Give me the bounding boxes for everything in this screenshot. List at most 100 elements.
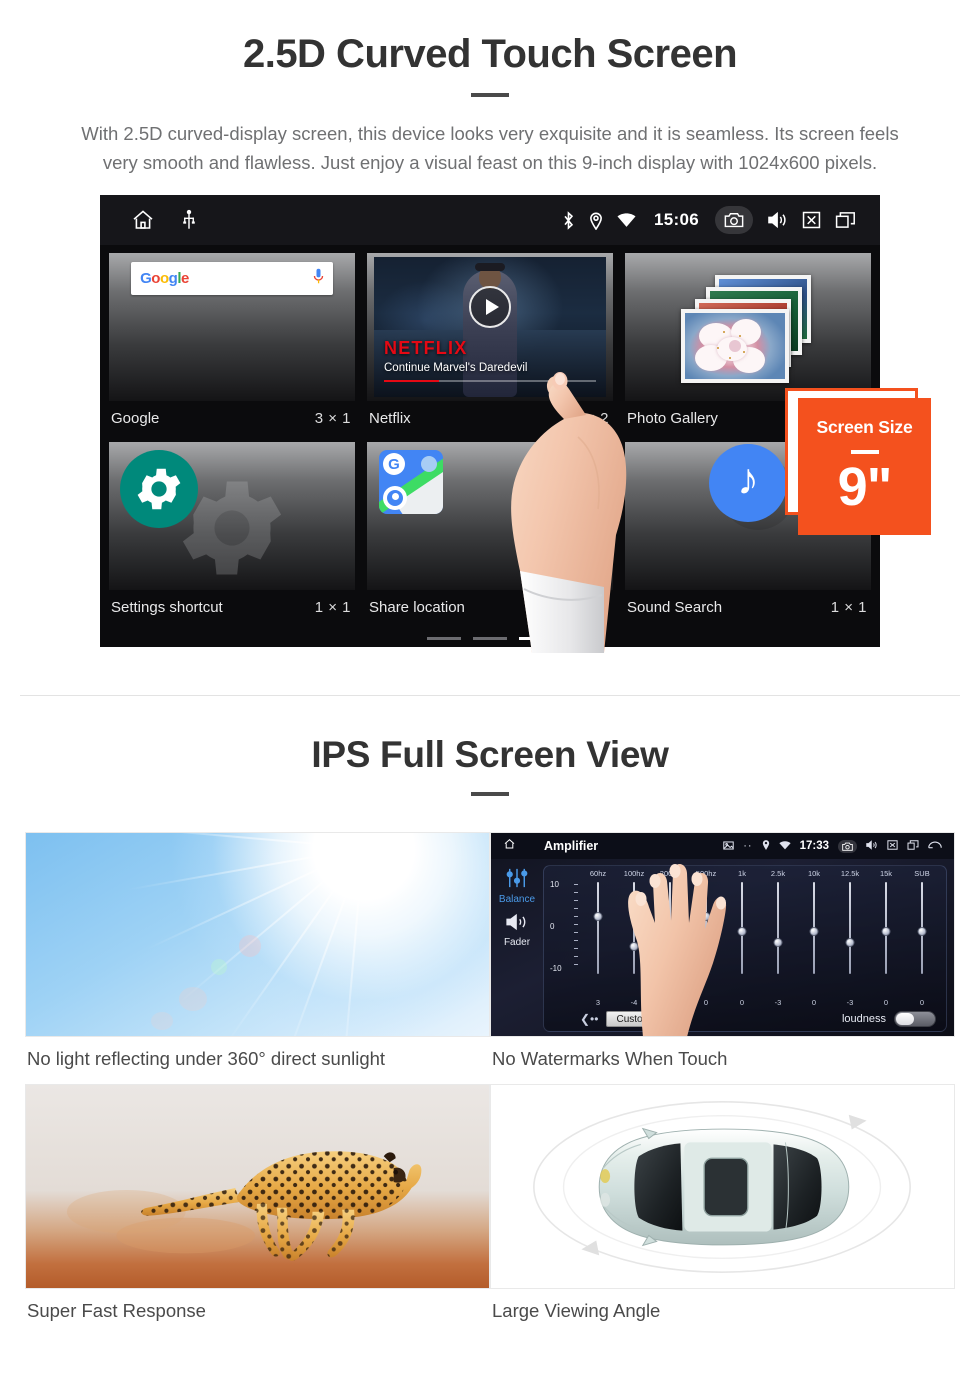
netflix-subtitle: Continue Marvel's Daredevil (384, 362, 528, 374)
volume-icon[interactable] (767, 211, 788, 229)
location-pin-icon (589, 211, 603, 230)
badge-title: Screen Size (816, 417, 913, 437)
eq-value: 0 (919, 998, 925, 1007)
eq-slider-10k[interactable] (796, 878, 832, 998)
search-input[interactable]: Google (131, 262, 333, 295)
widget-name: Settings shortcut (111, 598, 223, 616)
eq-scale-top: 10 (550, 880, 559, 889)
eq-values-row: 3 -4 0 0 0 -3 0 -3 0 0 (544, 998, 946, 1007)
eq-value: -3 (774, 998, 782, 1007)
fader-speaker-icon[interactable] (505, 913, 529, 936)
location-pin-icon (762, 837, 770, 855)
title-underline (471, 93, 509, 97)
eq-value: 0 (739, 998, 745, 1007)
close-box-icon[interactable] (802, 211, 821, 229)
page-dot[interactable] (473, 637, 507, 640)
play-icon[interactable] (469, 286, 511, 329)
back-arrow-icon[interactable] (928, 837, 942, 855)
loudness-toggle[interactable] (894, 1011, 936, 1027)
widget-google[interactable]: Google Google 3 × 1 (105, 250, 359, 435)
ips-full-screen-view-section: IPS Full Screen View No light reflecting… (0, 696, 980, 1322)
eq-value: 0 (703, 998, 709, 1007)
feature-tile-amplifier: Amplifier ·· 17:33 Balance Fader 60hz 10… (490, 832, 955, 1070)
equalizer-sliders-icon[interactable] (505, 868, 529, 893)
eq-band-label: 10k (807, 869, 821, 878)
sidebar-label-fader[interactable]: Fader (504, 937, 530, 948)
gallery-icon[interactable] (723, 837, 734, 855)
recents-icon[interactable] (835, 211, 856, 229)
widget-size: 1 × 1 (572, 598, 609, 616)
close-box-icon[interactable] (887, 837, 898, 855)
running-cheetah (66, 1151, 422, 1261)
widget-grid: Google Google 3 × 1 NETFLIX Continue Mar… (100, 245, 880, 624)
eq-slider-1k[interactable] (724, 878, 760, 998)
volume-icon[interactable] (866, 837, 878, 855)
amplifier-body: Balance Fader 60hz 100hz 200hz 500hz 1k … (491, 859, 954, 1036)
feature-tiles-grid: No light reflecting under 360° direct su… (25, 832, 955, 1322)
widget-share-location-preview: G (367, 442, 613, 590)
recents-icon[interactable] (907, 837, 919, 855)
page-indicator[interactable] (100, 637, 880, 640)
google-logo: Google (140, 270, 189, 287)
curved-touch-screen-section: 2.5D Curved Touch Screen With 2.5D curve… (0, 0, 980, 696)
music-note-icon[interactable]: ♪ (709, 444, 787, 523)
widget-settings-preview (109, 442, 355, 590)
widget-netflix[interactable]: NETFLIX Continue Marvel's Daredevil Netf… (363, 250, 617, 435)
eq-slider-sub[interactable] (904, 878, 940, 998)
eq-band-label: 2.5k (770, 869, 786, 878)
photo-stack (673, 275, 823, 383)
cheetah-photo (25, 1084, 490, 1289)
camera-icon[interactable] (838, 839, 857, 853)
feature-tile-sunlight: No light reflecting under 360° direct su… (25, 832, 490, 1070)
eq-slider-area: 10 0 -10 (544, 878, 946, 998)
home-icon[interactable] (503, 837, 516, 855)
sidebar-label-balance[interactable]: Balance (499, 894, 535, 905)
eq-band-label: 1k (738, 869, 746, 878)
wifi-icon (617, 212, 636, 228)
more-icon[interactable]: ·· (743, 840, 752, 852)
eq-slider-200hz[interactable] (652, 878, 688, 998)
preset-button[interactable]: Custom (606, 1011, 661, 1027)
netflix-brand: NETFLIX (384, 338, 468, 358)
back-arrow-icon[interactable]: ❮•• (580, 1012, 598, 1026)
widget-settings-shortcut[interactable]: Settings shortcut 1 × 1 (105, 439, 359, 624)
eq-sliders (580, 878, 940, 998)
tile-caption: No Watermarks When Touch (492, 1048, 728, 1069)
eq-slider-60hz[interactable] (580, 878, 616, 998)
widget-name: Google (111, 409, 160, 427)
home-icon[interactable] (130, 208, 156, 232)
eq-value: -4 (630, 998, 638, 1007)
amplifier-bottom-bar: ❮•• Custom loudness (544, 1007, 946, 1031)
section-title: IPS Full Screen View (311, 734, 669, 775)
eq-slider-500hz[interactable] (688, 878, 724, 998)
eq-slider-100hz[interactable] (616, 878, 652, 998)
usb-icon (182, 209, 196, 231)
camera-icon[interactable] (715, 206, 753, 234)
page-dot-active[interactable] (519, 637, 553, 640)
amplifier-clock: 17:33 (799, 840, 829, 852)
netflix-artwork: NETFLIX Continue Marvel's Daredevil (374, 257, 606, 397)
widget-share-location[interactable]: G Share location 1 × 1 (363, 439, 617, 624)
eq-band-label: 100hz (623, 869, 645, 878)
page-dot[interactable] (427, 637, 461, 640)
eq-band-label: 60hz (589, 869, 607, 878)
section-title-underline (471, 792, 509, 796)
eq-slider-12_5k[interactable] (832, 878, 868, 998)
tile-caption: No light reflecting under 360° direct su… (27, 1048, 386, 1069)
eq-value: 0 (883, 998, 889, 1007)
widget-size: 3 × 2 (572, 409, 609, 427)
eq-slider-15k[interactable] (868, 878, 904, 998)
widget-netflix-preview: NETFLIX Continue Marvel's Daredevil (367, 253, 613, 401)
maps-share-location-icon[interactable]: G (379, 450, 443, 514)
tile-caption: Large Viewing Angle (492, 1300, 661, 1321)
loudness-label: loudness (841, 1013, 886, 1025)
widget-label-row: Netflix 3 × 2 (363, 401, 617, 435)
widget-label-row: Google 3 × 1 (105, 401, 359, 435)
widget-name: Netflix (369, 409, 411, 427)
gear-icon[interactable] (120, 450, 198, 528)
eq-scale-bottom: -10 (550, 964, 562, 973)
badge-value: 9" (837, 456, 893, 517)
flower-center (729, 340, 741, 352)
eq-slider-2_5k[interactable] (760, 878, 796, 998)
microphone-icon[interactable] (313, 268, 324, 290)
